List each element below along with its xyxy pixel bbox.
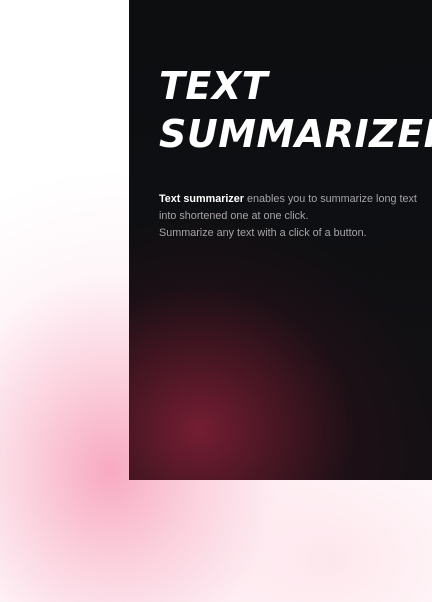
hero-description-highlight: Text summarizer	[159, 193, 245, 205]
hero-title-line-2: SUMMARIZER	[159, 112, 432, 156]
hero-description: Text summarizer enables you to summarize…	[159, 191, 421, 242]
hero-title-line-1: TEXT	[159, 64, 269, 108]
hero-description-line-1: Text summarizer enables you to summarize…	[159, 191, 421, 225]
hero-card: TEXT SUMMARIZER Text summarizer enables …	[129, 0, 432, 480]
hero-description-line-2: Summarize any text with a click of a but…	[159, 227, 367, 239]
hero-title: TEXT SUMMARIZER	[159, 62, 432, 158]
